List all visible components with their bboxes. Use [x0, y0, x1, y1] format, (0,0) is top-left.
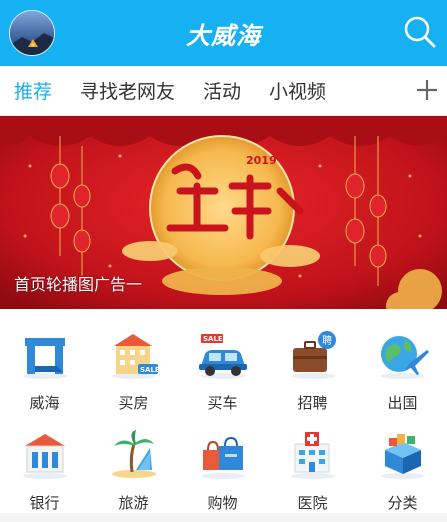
category-label: 买房	[118, 394, 149, 412]
category-hospital[interactable]: 医院	[268, 416, 357, 512]
category-abroad[interactable]: 出国	[358, 316, 447, 412]
category-all[interactable]: 分类	[358, 416, 447, 512]
banner-caption: 首页轮播图广告一	[14, 275, 143, 294]
palm-tree-icon	[106, 426, 162, 482]
briefcase-icon: 聘	[285, 326, 341, 382]
category-label: 银行	[29, 494, 60, 512]
category-shopping[interactable]: 购物	[178, 416, 267, 512]
category-label: 威海	[29, 394, 60, 412]
hire-badge-text: 聘	[322, 334, 332, 347]
category-label: 分类	[387, 494, 418, 512]
landmark-arch-icon	[17, 326, 73, 382]
carousel-banner[interactable]: 2019 首页轮播图广告一	[0, 116, 447, 309]
tab-short-videos[interactable]: 小视频	[269, 77, 326, 104]
category-travel[interactable]: 旅游	[89, 416, 178, 512]
tab-recommend[interactable]: 推荐	[14, 77, 52, 104]
house-sale-icon: SALE	[106, 326, 162, 382]
category-label: 招聘	[297, 394, 328, 412]
divider	[0, 513, 447, 522]
tab-find-old-friends[interactable]: 寻找老网友	[80, 77, 175, 104]
car-sale-icon: SALE	[195, 326, 251, 382]
search-icon[interactable]	[403, 15, 437, 49]
app-title: 大威海	[186, 21, 261, 50]
category-grid: 威海 SALE 买房 SALE 买车 聘 招聘 出国 银行 旅游 购物 医院 分…	[0, 316, 447, 516]
category-label: 购物	[207, 494, 238, 512]
globe-plane-icon	[375, 326, 431, 382]
tab-bar: 推荐 寻找老网友 活动 小视频	[0, 66, 447, 116]
category-buy-house[interactable]: SALE 买房	[89, 316, 178, 412]
user-avatar-icon[interactable]	[9, 10, 55, 56]
top-app-bar: 大威海	[0, 0, 447, 66]
category-box-icon	[375, 426, 431, 482]
sale-badge-text: SALE	[203, 335, 223, 343]
bank-icon	[17, 426, 73, 482]
category-label: 出国	[387, 394, 418, 412]
banner-year-text: 2019	[246, 154, 277, 167]
category-label: 医院	[297, 494, 328, 512]
sale-badge-text: SALE	[140, 366, 160, 374]
category-bank[interactable]: 银行	[0, 416, 89, 512]
category-label: 旅游	[118, 494, 149, 512]
category-jobs[interactable]: 聘 招聘	[268, 316, 357, 412]
plus-icon[interactable]	[415, 78, 439, 102]
shopping-bag-icon	[195, 426, 251, 482]
tab-activities[interactable]: 活动	[203, 77, 241, 104]
hospital-icon	[285, 426, 341, 482]
category-label: 买车	[207, 394, 238, 412]
category-weihai[interactable]: 威海	[0, 316, 89, 412]
category-buy-car[interactable]: SALE 买车	[178, 316, 267, 412]
